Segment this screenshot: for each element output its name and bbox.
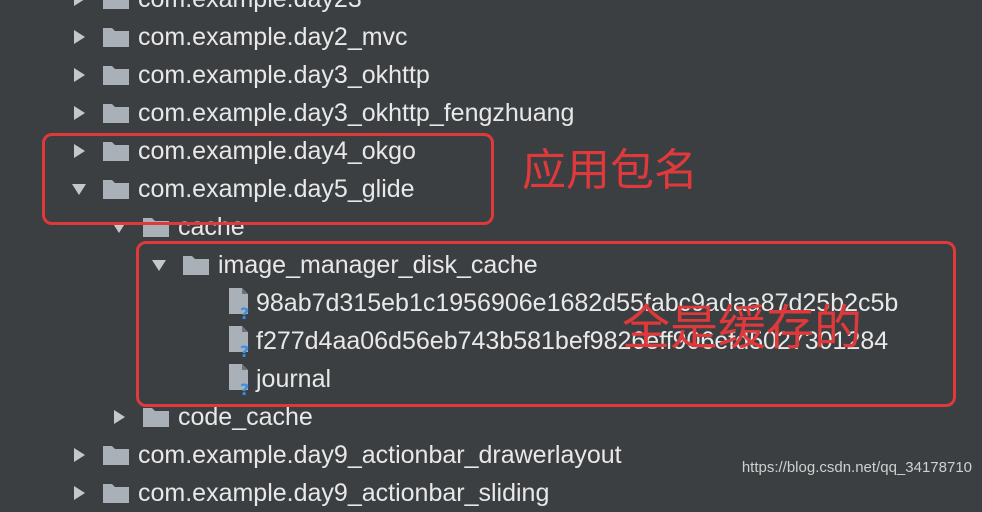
package-highlight-box	[42, 133, 494, 225]
folder-icon	[103, 446, 129, 465]
folder-icon	[103, 66, 129, 85]
tree-row-package[interactable]: com.example.day9_actionbar_sliding	[66, 474, 549, 512]
expand-arrow-icon[interactable]	[66, 100, 92, 126]
tree-row-label: com.example.day9_actionbar_drawerlayout	[138, 441, 622, 469]
tree-row-label: com.example.day23	[138, 0, 362, 18]
expand-arrow-icon[interactable]	[66, 480, 92, 506]
tree-row-package[interactable]: com.example.day9_actionbar_drawerlayout	[66, 436, 622, 474]
folder-icon	[103, 0, 129, 9]
folder-icon	[103, 104, 129, 123]
expand-arrow-icon[interactable]	[106, 404, 132, 430]
watermark: https://blog.csdn.net/qq_34178710	[741, 459, 972, 476]
tree-row-package[interactable]: com.example.day23	[66, 0, 362, 18]
tree-row-label: com.example.day3_okhttp	[138, 61, 430, 89]
tree-row-label: com.example.day9_actionbar_sliding	[138, 479, 550, 507]
folder-icon	[103, 484, 129, 503]
expand-arrow-icon[interactable]	[66, 0, 92, 12]
tree-row-package[interactable]: com.example.day2_mvc	[66, 18, 408, 56]
folder-icon	[103, 28, 129, 47]
tree-row-label: com.example.day3_okhttp_fengzhuang	[138, 99, 575, 127]
tree-row-label: com.example.day2_mvc	[138, 23, 408, 51]
cache-annotation-label: 全是缓存的	[622, 300, 863, 356]
expand-arrow-icon[interactable]	[66, 24, 92, 50]
package-annotation-label: 应用包名	[522, 145, 698, 196]
tree-row-package[interactable]: com.example.day3_okhttp	[66, 56, 430, 94]
tree-row-package[interactable]: com.example.day3_okhttp_fengzhuang	[66, 94, 574, 132]
folder-icon	[143, 408, 169, 427]
expand-arrow-icon[interactable]	[66, 442, 92, 468]
expand-arrow-icon[interactable]	[66, 62, 92, 88]
